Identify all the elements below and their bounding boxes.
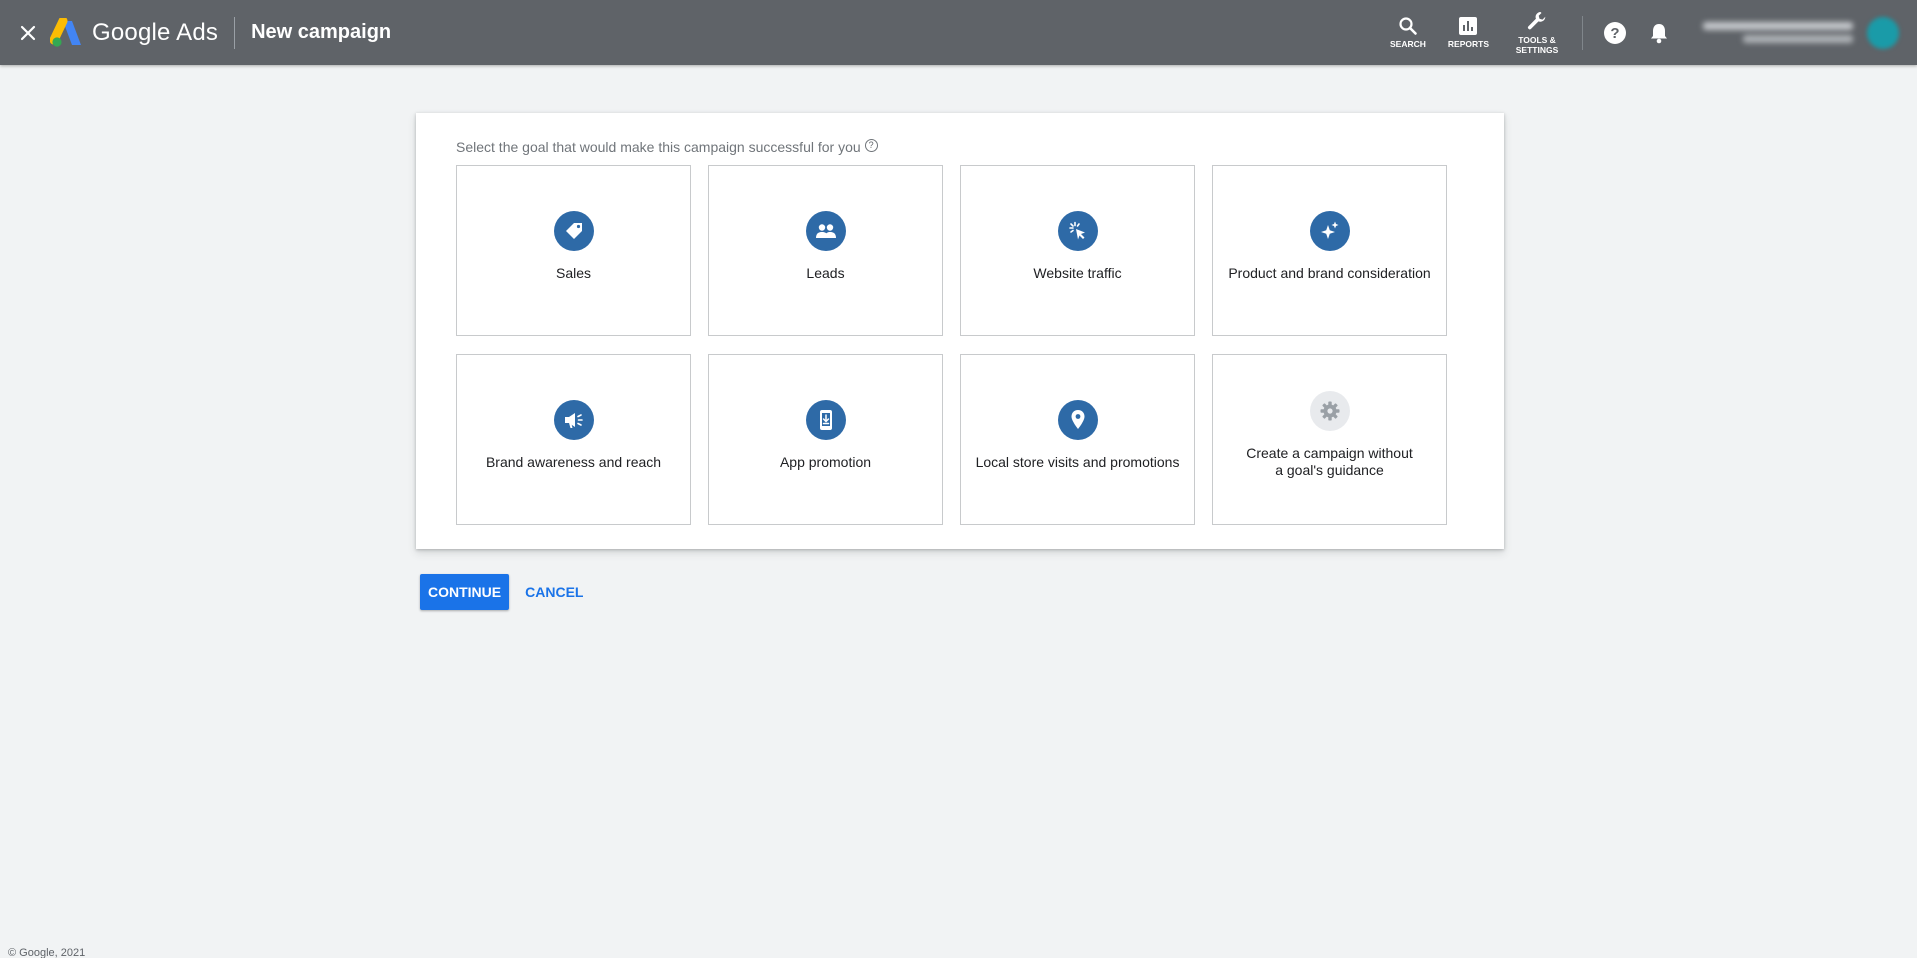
- bell-icon: [1651, 23, 1667, 43]
- help-icon: ?: [1604, 21, 1626, 44]
- goal-label: Local store visits and promotions: [975, 454, 1180, 470]
- bar-chart-icon: [1459, 17, 1478, 35]
- form-actions: CONTINUE CANCEL: [420, 574, 591, 610]
- sparkle-icon: [1309, 211, 1350, 251]
- goal-tile-no-goal[interactable]: Create a campaign without a goal's guida…: [1212, 354, 1447, 525]
- avatar[interactable]: [1867, 16, 1899, 49]
- goal-grid: Sales Leads Website traffic Product and …: [456, 165, 1447, 525]
- goal-prompt: Select the goal that would make this cam…: [456, 138, 878, 155]
- tag-icon: [553, 211, 594, 251]
- gear-icon: [1309, 391, 1350, 431]
- search-icon: [1399, 17, 1417, 35]
- goal-label: App promotion: [779, 454, 872, 470]
- goal-tile-product-brand-consideration[interactable]: Product and brand consideration: [1212, 165, 1447, 336]
- cursor-click-icon: [1057, 211, 1098, 251]
- goal-label: Product and brand consideration: [1228, 265, 1431, 281]
- google-ads-logo-icon: [50, 17, 81, 47]
- header-divider: [234, 16, 236, 49]
- header-tools: SEARCH REPORTS TOOLS & SETTINGS ?: [1379, 0, 1917, 65]
- goal-tile-brand-awareness[interactable]: Brand awareness and reach: [456, 354, 691, 525]
- account-id-blurred: [1743, 35, 1853, 43]
- location-pin-icon: [1057, 400, 1098, 440]
- tools-settings-label: TOOLS & SETTINGS: [1515, 35, 1559, 55]
- goal-label: Brand awareness and reach: [485, 454, 662, 470]
- goal-tile-local-store-visits[interactable]: Local store visits and promotions: [960, 354, 1195, 525]
- wrench-icon: [1527, 12, 1546, 30]
- help-circle-icon[interactable]: ?: [864, 138, 878, 152]
- goal-label: Leads: [806, 265, 845, 281]
- goal-label: Create a campaign without a goal's guida…: [1246, 445, 1413, 478]
- goal-label: Website traffic: [1033, 265, 1122, 281]
- goal-label: Sales: [555, 265, 592, 281]
- goal-tile-app-promotion[interactable]: App promotion: [708, 354, 943, 525]
- phone-download-icon: [805, 400, 846, 440]
- page-title: New campaign: [251, 21, 392, 43]
- reports-tool-button[interactable]: REPORTS: [1448, 16, 1489, 49]
- goal-tile-leads[interactable]: Leads: [708, 165, 943, 336]
- account-name-blurred: [1703, 22, 1853, 30]
- goal-tile-website-traffic[interactable]: Website traffic: [960, 165, 1195, 336]
- megaphone-icon: [553, 400, 594, 440]
- copyright-footer: © Google, 2021: [8, 947, 86, 958]
- cancel-button[interactable]: CANCEL: [517, 574, 591, 610]
- close-icon[interactable]: [16, 21, 40, 45]
- goal-prompt-text: Select the goal that would make this cam…: [456, 139, 861, 155]
- notifications-button[interactable]: [1645, 19, 1673, 47]
- top-app-bar: Google Ads New campaign SEARCH REPORTS T…: [0, 0, 1917, 65]
- continue-button[interactable]: CONTINUE: [420, 574, 510, 610]
- header-tools-divider: [1582, 15, 1583, 50]
- svg-text:?: ?: [1610, 25, 1619, 42]
- account-info[interactable]: [1703, 22, 1853, 43]
- goal-tile-sales[interactable]: Sales: [456, 165, 691, 336]
- people-icon: [805, 211, 846, 251]
- goal-selection-card: Select the goal that would make this cam…: [416, 113, 1504, 549]
- search-tool-label: SEARCH: [1390, 39, 1426, 49]
- reports-tool-label: REPORTS: [1447, 39, 1489, 49]
- help-button[interactable]: ?: [1601, 19, 1629, 47]
- search-tool-button[interactable]: SEARCH: [1390, 16, 1426, 49]
- brand-name: Google Ads: [92, 18, 219, 46]
- tools-settings-button[interactable]: TOOLS & SETTINGS: [1511, 10, 1563, 55]
